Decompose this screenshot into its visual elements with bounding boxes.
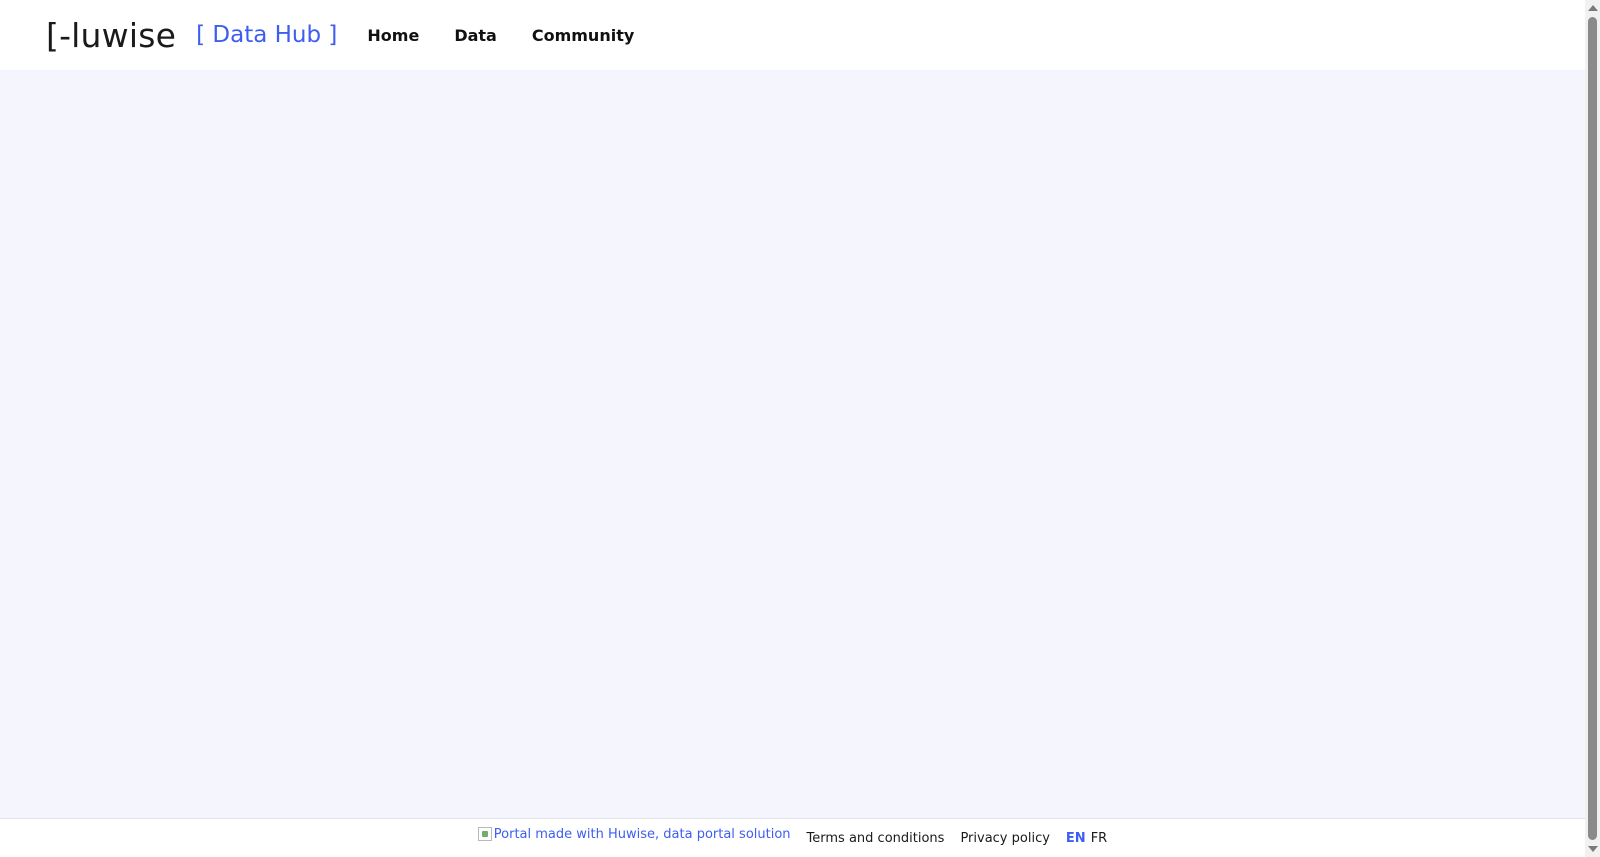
nav-home-link[interactable]: Home <box>367 26 419 45</box>
site-header: [-luwise [ Data Hub ] Home Data Communit… <box>0 0 1585 70</box>
nav-community-link[interactable]: Community <box>532 26 634 45</box>
nav-data-link[interactable]: Data <box>454 26 497 45</box>
vertical-scrollbar[interactable] <box>1585 0 1600 857</box>
broken-image-icon <box>477 826 492 841</box>
portal-subtitle: [ Data Hub ] <box>196 22 338 48</box>
terms-link[interactable]: Terms and conditions <box>807 831 945 846</box>
lang-en-link[interactable]: EN <box>1066 831 1086 846</box>
huwise-badge-link[interactable]: Portal made with Huwise, data portal sol… <box>477 826 791 842</box>
badge-alt-text: Portal made with Huwise, data portal sol… <box>493 826 791 842</box>
scroll-up-arrow-icon[interactable] <box>1588 5 1598 11</box>
huwise-logo: [-luwise <box>46 15 177 55</box>
site-footer: Portal made with Huwise, data portal sol… <box>0 818 1585 857</box>
language-switcher: EN FR <box>1066 831 1107 846</box>
main-content-area <box>0 70 1585 818</box>
main-nav: Home Data Community <box>367 26 669 45</box>
lang-fr-link[interactable]: FR <box>1091 831 1108 846</box>
logo-link[interactable]: [-luwise [ Data Hub ] <box>46 19 337 52</box>
privacy-link[interactable]: Privacy policy <box>960 831 1049 846</box>
page: [-luwise [ Data Hub ] Home Data Communit… <box>0 0 1600 857</box>
scroll-thumb[interactable] <box>1588 17 1597 840</box>
scroll-down-arrow-icon[interactable] <box>1588 846 1598 852</box>
